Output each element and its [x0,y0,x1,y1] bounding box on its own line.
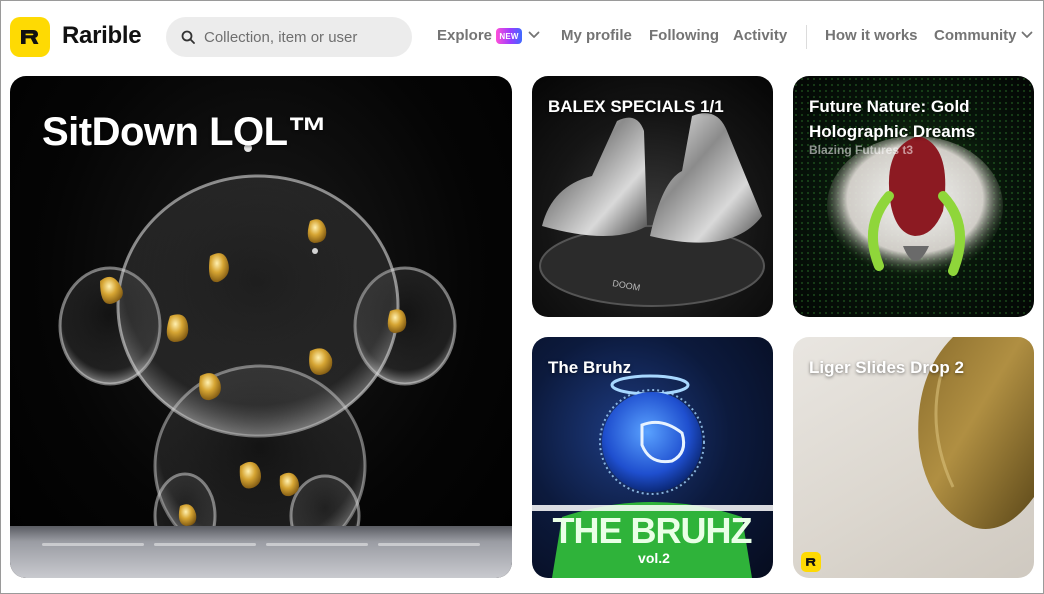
featured-card-the-bruhz[interactable]: THE BRUHZ vol.2 The Bruhz [532,337,773,578]
nav-activity[interactable]: Activity [733,27,787,44]
slide-progress-4[interactable] [378,543,480,546]
brand-name[interactable]: Rarible [62,22,142,50]
bruhz-title: The Bruhz [548,358,632,377]
featured-card-sitdown-lol[interactable]: SitDown LOL™ [10,76,512,578]
bruhz-art-text: THE BRUHZ [553,510,752,551]
rarible-logo-icon[interactable] [10,17,50,57]
rarible-r-glyph [806,558,816,566]
chevron-down-icon[interactable] [1021,31,1033,39]
rarible-r-glyph [21,30,39,44]
future-nature-title: Future Nature: Gold Holographic Dreams [809,97,976,141]
balex-title: BALEX SPECIALS 1/1 [548,97,724,116]
new-badge: NEW [496,28,522,44]
featured-card-liger-slides[interactable]: Liger Slides Drop 2 [793,337,1034,578]
featured-card-balex-specials[interactable]: DOOM BALEX SPECIALS 1/1 [532,76,773,317]
nav-how-it-works[interactable]: How it works [825,27,918,44]
nav-explore[interactable]: Explore [437,27,492,44]
chevron-down-icon[interactable] [528,31,540,39]
slide-progress-1[interactable] [42,543,144,546]
nav-community[interactable]: Community [934,27,1017,44]
slide-progress-2[interactable] [154,543,256,546]
slide-progress-3[interactable] [266,543,368,546]
bruhz-art-sub: vol.2 [638,550,670,566]
nav-my-profile[interactable]: My profile [561,27,632,44]
nav-divider [806,25,807,49]
rarible-mini-logo-icon [801,552,821,572]
floor-surface [10,526,512,578]
search-bar[interactable] [166,17,412,57]
search-icon [181,30,195,44]
featured-card-future-nature[interactable]: Future Nature: Gold Holographic Dreams B… [793,76,1034,317]
hero-title: SitDown LOL™ [42,110,328,154]
top-navigation-bar: Rarible Explore NEW My profile Following… [1,1,1044,73]
future-nature-subtitle: Blazing Futures t3 [809,143,914,157]
search-input[interactable] [204,28,394,46]
nav-following[interactable]: Following [649,27,719,44]
liger-title: Liger Slides Drop 2 [809,358,964,377]
